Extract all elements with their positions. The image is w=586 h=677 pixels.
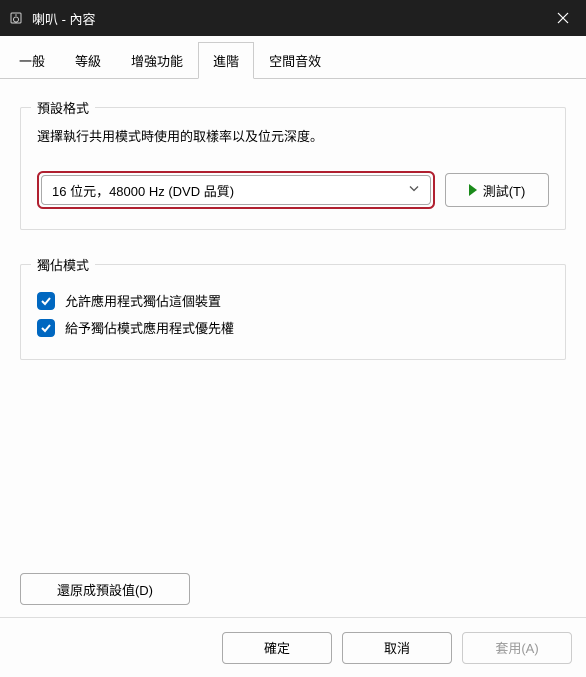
cancel-button[interactable]: 取消 [342, 632, 452, 664]
restore-defaults-button[interactable]: 還原成預設值(D) [20, 573, 190, 605]
window-title: 喇叭 - 內容 [32, 9, 540, 28]
play-icon [469, 184, 477, 196]
tab-enhancements[interactable]: 增強功能 [116, 42, 198, 78]
group-legend-default-format: 預設格式 [31, 98, 95, 117]
check-icon [40, 322, 52, 334]
test-button[interactable]: 測試(T) [445, 173, 549, 207]
default-format-desc: 選擇執行共用模式時使用的取樣率以及位元深度。 [37, 126, 549, 145]
group-default-format: 預設格式 選擇執行共用模式時使用的取樣率以及位元深度。 16 位元，48000 … [20, 107, 566, 230]
tab-bar: 一般 等級 增強功能 進階 空間音效 [0, 42, 586, 79]
apply-label: 套用(A) [495, 638, 538, 657]
restore-defaults-label: 還原成預設值(D) [57, 580, 153, 599]
tab-spatial[interactable]: 空間音效 [254, 42, 336, 78]
checkbox-exclusive-priority[interactable] [37, 319, 55, 337]
dialog-footer: 確定 取消 套用(A) [0, 617, 586, 677]
group-exclusive-mode: 獨佔模式 允許應用程式獨佔這個裝置 給予獨佔模式應用程式優先權 [20, 264, 566, 360]
cancel-label: 取消 [384, 638, 410, 657]
close-icon [557, 12, 569, 24]
tab-levels[interactable]: 等級 [60, 42, 116, 78]
label-exclusive-priority: 給予獨佔模式應用程式優先權 [65, 318, 234, 337]
titlebar: 喇叭 - 內容 [0, 0, 586, 36]
tab-general[interactable]: 一般 [4, 42, 60, 78]
check-icon [40, 295, 52, 307]
sample-rate-select[interactable]: 16 位元，48000 Hz (DVD 品質) [41, 175, 431, 205]
tab-content: 預設格式 選擇執行共用模式時使用的取樣率以及位元深度。 16 位元，48000 … [0, 79, 586, 617]
group-legend-exclusive: 獨佔模式 [31, 255, 95, 274]
label-allow-exclusive: 允許應用程式獨佔這個裝置 [65, 291, 221, 310]
sample-rate-value: 16 位元，48000 Hz (DVD 品質) [52, 181, 234, 200]
tab-advanced[interactable]: 進階 [198, 42, 254, 79]
ok-button[interactable]: 確定 [222, 632, 332, 664]
ok-label: 確定 [264, 638, 290, 657]
chevron-down-icon [408, 183, 420, 198]
apply-button: 套用(A) [462, 632, 572, 664]
test-button-label: 測試(T) [483, 181, 526, 200]
checkbox-allow-exclusive[interactable] [37, 292, 55, 310]
close-button[interactable] [540, 0, 586, 36]
speaker-icon [8, 10, 24, 26]
sample-rate-select-highlight: 16 位元，48000 Hz (DVD 品質) [37, 171, 435, 209]
